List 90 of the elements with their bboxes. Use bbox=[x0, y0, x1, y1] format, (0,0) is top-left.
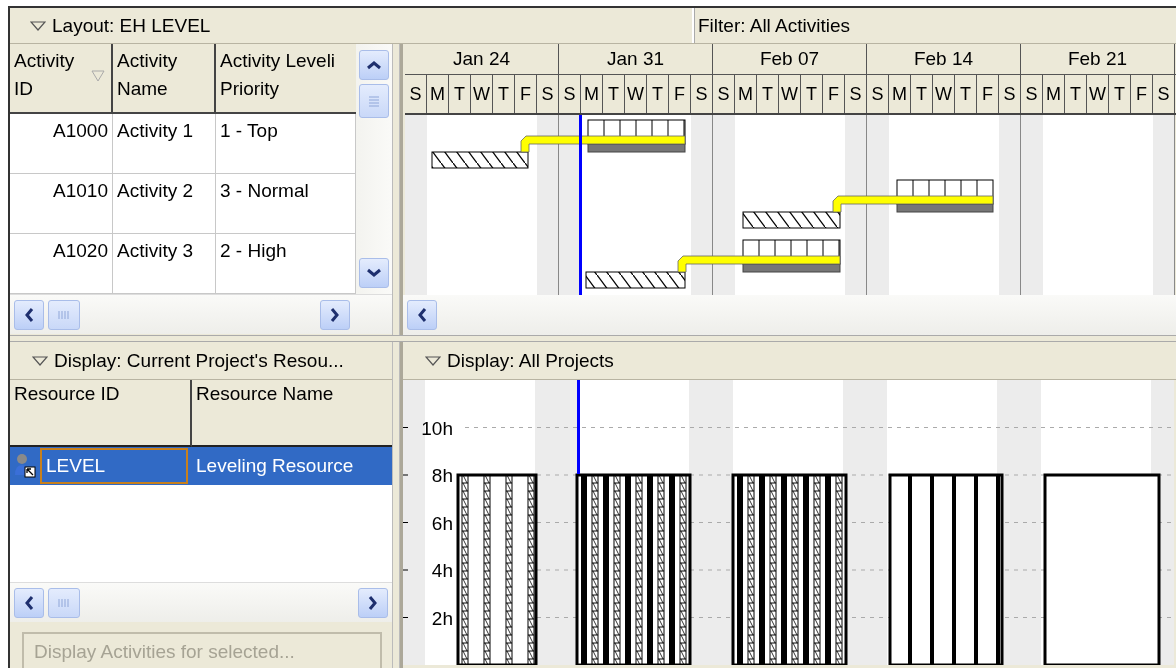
day-header: M bbox=[1043, 75, 1065, 113]
day-header: S bbox=[405, 75, 427, 113]
y-tick-label: 2h bbox=[431, 607, 453, 629]
day-header: W bbox=[1087, 75, 1109, 113]
day-header: T bbox=[493, 75, 515, 113]
resource-icon bbox=[14, 453, 36, 479]
scroll-up-button[interactable] bbox=[359, 50, 389, 80]
table-cell: Activity 2 bbox=[113, 174, 216, 234]
scroll-thumb[interactable] bbox=[48, 587, 80, 618]
hatched-bar[interactable] bbox=[585, 271, 686, 289]
hatched-bar[interactable] bbox=[742, 211, 841, 229]
scrollbar[interactable] bbox=[10, 294, 392, 334]
day-header: M bbox=[427, 75, 449, 113]
caret-icon[interactable] bbox=[32, 355, 48, 366]
day-header: W bbox=[471, 75, 493, 113]
chevron-right-icon bbox=[330, 306, 340, 323]
column-header[interactable]: Resource Name bbox=[192, 380, 392, 447]
day-header: T bbox=[757, 75, 779, 113]
day-header: S bbox=[691, 75, 713, 113]
table-cell: A1010 bbox=[10, 174, 113, 234]
y-tick-label: 10h bbox=[421, 417, 453, 439]
y-tick-label: 6h bbox=[431, 512, 453, 534]
panel-title: Display: Current Project's Resou... bbox=[54, 349, 344, 372]
scroll-left-button[interactable] bbox=[14, 299, 44, 330]
scroll-left-button[interactable] bbox=[407, 300, 437, 330]
day-header: F bbox=[669, 75, 691, 113]
resource-row-cell[interactable]: LEVEL bbox=[10, 447, 192, 485]
day-header: S bbox=[713, 75, 735, 113]
table-cell: Leveling Resource bbox=[192, 447, 392, 485]
day-header: T bbox=[1065, 75, 1087, 113]
filter-label: Filter: All Activities bbox=[698, 14, 851, 37]
scrollbar[interactable] bbox=[10, 582, 392, 622]
chevron-left-icon bbox=[417, 307, 427, 323]
caret-icon[interactable] bbox=[425, 355, 441, 366]
resource-id[interactable]: LEVEL bbox=[40, 448, 188, 484]
chevron-right-icon bbox=[368, 594, 378, 611]
chevron-left-icon bbox=[24, 306, 34, 323]
day-header: F bbox=[515, 75, 537, 113]
day-header: S bbox=[867, 75, 889, 113]
day-header: F bbox=[823, 75, 845, 113]
chevron-down-icon bbox=[366, 268, 382, 278]
day-header: T bbox=[911, 75, 933, 113]
day-header: S bbox=[999, 75, 1021, 113]
hatched-bar[interactable] bbox=[431, 151, 529, 169]
y-tick: 2h bbox=[403, 607, 453, 629]
day-header: T bbox=[801, 75, 823, 113]
scrollbar[interactable] bbox=[403, 295, 1176, 335]
layout-title: Layout: EH LEVEL bbox=[52, 14, 211, 37]
caret-icon[interactable] bbox=[30, 20, 46, 31]
day-header: S bbox=[559, 75, 581, 113]
sort-icon bbox=[91, 70, 105, 82]
table-cell: Activity 1 bbox=[113, 114, 216, 174]
y-tick-label: 8h bbox=[431, 465, 453, 486]
day-header: S bbox=[845, 75, 867, 113]
day-header: W bbox=[933, 75, 955, 113]
scroll-left-button[interactable] bbox=[14, 587, 44, 618]
day-header: S bbox=[537, 75, 559, 113]
day-header: F bbox=[977, 75, 999, 113]
scrollbar[interactable] bbox=[356, 44, 392, 294]
y-tick: 4h bbox=[403, 560, 453, 581]
scroll-thumb[interactable] bbox=[48, 299, 80, 330]
table-cell: A1000 bbox=[10, 114, 113, 174]
chevron-left-icon bbox=[24, 594, 34, 611]
y-tick-label: 4h bbox=[431, 560, 453, 581]
scroll-right-button[interactable] bbox=[320, 299, 350, 330]
y-tick: 8h bbox=[403, 465, 453, 486]
day-header: T bbox=[647, 75, 669, 113]
column-header[interactable]: Activity Leveli Priority bbox=[216, 44, 356, 114]
day-header: T bbox=[1109, 75, 1131, 113]
y-tick: 6h bbox=[403, 512, 453, 534]
day-header: M bbox=[581, 75, 603, 113]
column-header[interactable]: Activity Name bbox=[113, 44, 216, 114]
day-header: W bbox=[779, 75, 801, 113]
scroll-thumb[interactable] bbox=[359, 84, 389, 118]
day-header: M bbox=[735, 75, 757, 113]
day-header: T bbox=[955, 75, 977, 113]
chevron-up-icon bbox=[366, 60, 382, 70]
day-header: M bbox=[889, 75, 911, 113]
scroll-right-button[interactable] bbox=[358, 587, 388, 618]
panel-title: Display: All Projects bbox=[447, 349, 614, 372]
scroll-down-button[interactable] bbox=[359, 258, 389, 288]
day-header: S bbox=[1021, 75, 1043, 113]
column-header[interactable]: Activity ID bbox=[10, 44, 113, 114]
day-header: F bbox=[1131, 75, 1153, 113]
day-header: T bbox=[603, 75, 625, 113]
day-header: T bbox=[449, 75, 471, 113]
day-header: W bbox=[625, 75, 647, 113]
day-header: S bbox=[1153, 75, 1175, 113]
y-tick: 10h bbox=[403, 417, 453, 439]
column-header[interactable]: Resource ID bbox=[10, 380, 192, 447]
